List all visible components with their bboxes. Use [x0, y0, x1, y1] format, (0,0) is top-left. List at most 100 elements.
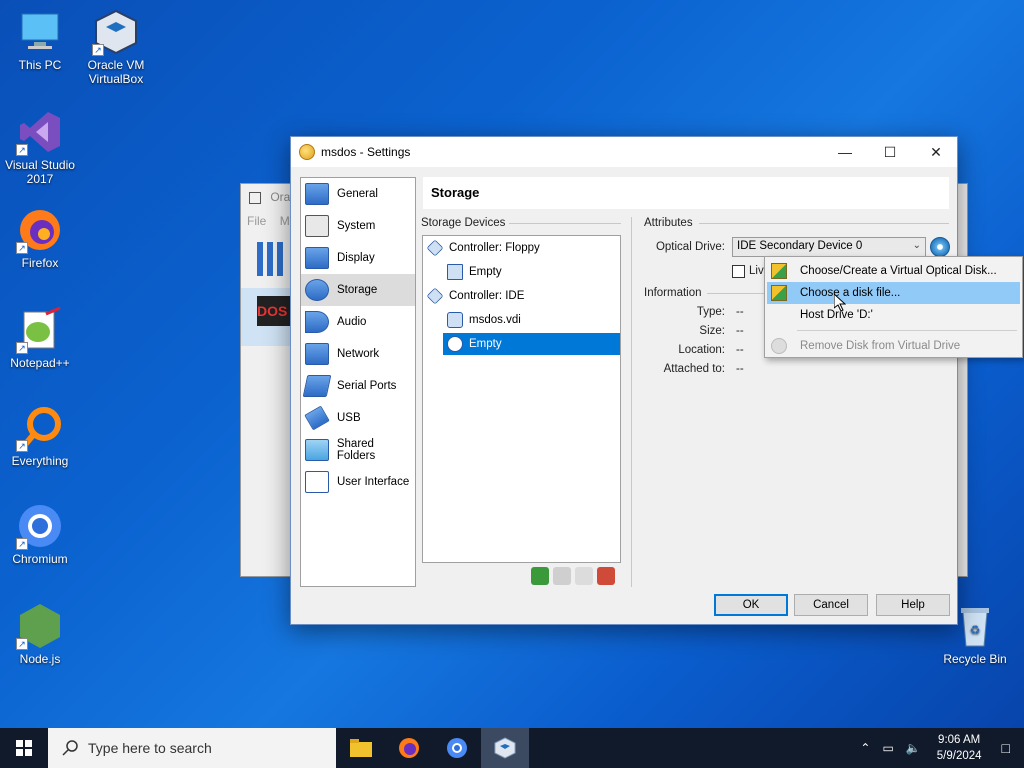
taskbar: Type here to search ⌃ ▭ 🔈 9:06 AM 5/9/20… — [0, 728, 1024, 768]
live-cd-checkbox[interactable] — [732, 265, 745, 278]
tree-ide-empty[interactable]: Empty — [443, 333, 620, 355]
system-tray: ⌃ ▭ 🔈 9:06 AM 5/9/2024 □ — [854, 728, 1024, 768]
chevron-up-icon[interactable]: ⌃ — [854, 741, 876, 755]
hard-disk-icon — [447, 312, 463, 328]
tree-ide-controller[interactable]: Controller: IDE — [426, 285, 617, 307]
tree-floppy-controller[interactable]: Controller: Floppy — [426, 237, 617, 259]
tree-vdi[interactable]: msdos.vdi — [447, 309, 617, 331]
shortcut-arrow-icon: ↗ — [16, 144, 28, 156]
optical-drive-select[interactable]: IDE Secondary Device 0 ⌄ — [732, 237, 926, 257]
location-label: Location: — [678, 344, 725, 356]
serial-ports-icon — [302, 375, 332, 397]
tree-floppy-empty[interactable]: Empty — [447, 261, 617, 283]
desktop-icon-nodejs[interactable]: ↗ Node.js — [0, 602, 80, 666]
nav-item-serial-ports[interactable]: Serial Ports — [301, 370, 415, 402]
remove-controller-icon[interactable] — [597, 567, 615, 585]
nav-item-network[interactable]: Network — [301, 338, 415, 370]
desktop-icon-chromium[interactable]: ↗ Chromium — [0, 502, 80, 566]
virtualbox-icon — [249, 191, 261, 204]
vm-list-selected[interactable]: DOS — [241, 288, 291, 346]
ok-button[interactable]: OK — [714, 594, 788, 616]
help-button[interactable]: Help — [876, 594, 950, 616]
taskbar-virtualbox[interactable] — [481, 728, 529, 768]
disk-image-icon — [771, 285, 787, 301]
dialog-titlebar[interactable]: msdos - Settings — ☐ ✕ — [291, 137, 957, 167]
page-title: Storage — [423, 177, 949, 209]
volume-muted-icon[interactable]: 🔈 — [900, 741, 927, 755]
shortcut-arrow-icon: ↗ — [92, 44, 104, 56]
mouse-cursor-icon — [834, 294, 846, 312]
shortcut-arrow-icon: ↗ — [16, 242, 28, 254]
desktop-icon-notepadpp[interactable]: ↗ Notepad++ — [0, 306, 80, 370]
desktop-icon-label: Node.js — [19, 652, 61, 666]
menu-machine[interactable]: M — [280, 214, 290, 228]
desktop-icon-label: Recycle Bin — [943, 652, 1007, 666]
chevron-down-icon: ⌄ — [912, 240, 921, 251]
attached-to-value: -- — [736, 363, 744, 375]
chromium-icon: ↗ — [16, 502, 64, 550]
desktop-icon-label: Chromium — [12, 552, 68, 566]
svg-text:♻: ♻ — [970, 623, 981, 637]
nav-item-shared-folders[interactable]: Shared Folders — [301, 434, 415, 466]
information-heading: Information — [644, 287, 702, 299]
optical-disk-menu-button[interactable] — [930, 237, 950, 257]
location-value: -- — [736, 344, 744, 356]
notifications-icon[interactable]: □ — [992, 740, 1024, 756]
nav-item-system[interactable]: System — [301, 210, 415, 242]
settings-nav: General System Display Storage Audio Net… — [300, 177, 416, 587]
nav-item-usb[interactable]: USB — [301, 402, 415, 434]
taskbar-file-explorer[interactable] — [337, 728, 385, 768]
minimize-button[interactable]: — — [822, 137, 868, 167]
optical-disk-context-menu: Choose/Create a Virtual Optical Disk... … — [764, 256, 1023, 358]
shortcut-arrow-icon: ↗ — [16, 638, 28, 650]
nav-item-storage[interactable]: Storage — [301, 274, 415, 306]
taskbar-search[interactable]: Type here to search — [48, 728, 336, 768]
nav-item-general[interactable]: General — [301, 178, 415, 210]
desktop-icon-label: Firefox — [21, 256, 59, 270]
desktop-icon-everything[interactable]: ↗ Everything — [0, 404, 80, 468]
network-icon[interactable]: ▭ — [876, 741, 899, 755]
desktop-icon-firefox[interactable]: ↗ Firefox — [0, 206, 80, 270]
menu-file[interactable]: File — [247, 214, 266, 228]
add-controller-icon[interactable] — [531, 567, 549, 585]
search-icon — [62, 740, 78, 756]
desktop-icon-label: Oracle VM VirtualBox — [87, 58, 145, 86]
attached-to-label: Attached to: — [663, 363, 725, 375]
desktop-icon-visual-studio[interactable]: ↗ Visual Studio 2017 — [0, 108, 80, 186]
search-placeholder: Type here to search — [88, 740, 212, 756]
menu-item-choose-disk-file[interactable]: Choose a disk file... — [767, 282, 1020, 304]
settings-dialog[interactable]: msdos - Settings — ☐ ✕ General System Di… — [290, 136, 958, 625]
nav-item-user-interface[interactable]: User Interface — [301, 466, 415, 498]
maximize-button[interactable]: ☐ — [867, 137, 913, 167]
storage-tree[interactable]: Controller: Floppy Empty Controller: IDE… — [422, 235, 621, 563]
nav-item-display[interactable]: Display — [301, 242, 415, 274]
desktop-icon-virtualbox[interactable]: ↗ Oracle VM VirtualBox — [76, 8, 156, 86]
audio-icon — [305, 311, 329, 333]
blank-icon — [771, 307, 787, 323]
nodejs-icon: ↗ — [16, 602, 64, 650]
tools-icon[interactable] — [257, 242, 287, 276]
add-attachment-icon[interactable] — [553, 567, 571, 585]
shortcut-arrow-icon: ↗ — [16, 538, 28, 550]
menu-item-remove-disk[interactable]: Remove Disk from Virtual Drive — [767, 335, 1020, 357]
desktop-icon-label: Notepad++ — [10, 356, 70, 370]
menu-item-host-drive[interactable]: Host Drive 'D:' — [767, 304, 1020, 326]
taskbar-firefox[interactable] — [385, 728, 433, 768]
size-value: -- — [736, 325, 744, 337]
firefox-icon: ↗ — [16, 206, 64, 254]
start-button[interactable] — [0, 728, 48, 768]
shortcut-arrow-icon: ↗ — [16, 342, 28, 354]
clock[interactable]: 9:06 AM 5/9/2024 — [927, 732, 992, 764]
desktop-icon-label: Visual Studio 2017 — [5, 158, 75, 186]
taskbar-chromium[interactable] — [433, 728, 481, 768]
gear-icon — [299, 144, 315, 160]
menu-item-choose-create-optical-disk[interactable]: Choose/Create a Virtual Optical Disk... — [767, 260, 1020, 282]
close-button[interactable]: ✕ — [913, 137, 959, 167]
type-label: Type: — [696, 306, 725, 318]
dialog-title: msdos - Settings — [321, 145, 411, 159]
remove-attachment-icon[interactable] — [575, 567, 593, 585]
menu-separator — [797, 330, 1017, 331]
desktop-icon-this-pc[interactable]: This PC — [0, 8, 80, 72]
nav-item-audio[interactable]: Audio — [301, 306, 415, 338]
cancel-button[interactable]: Cancel — [794, 594, 868, 616]
